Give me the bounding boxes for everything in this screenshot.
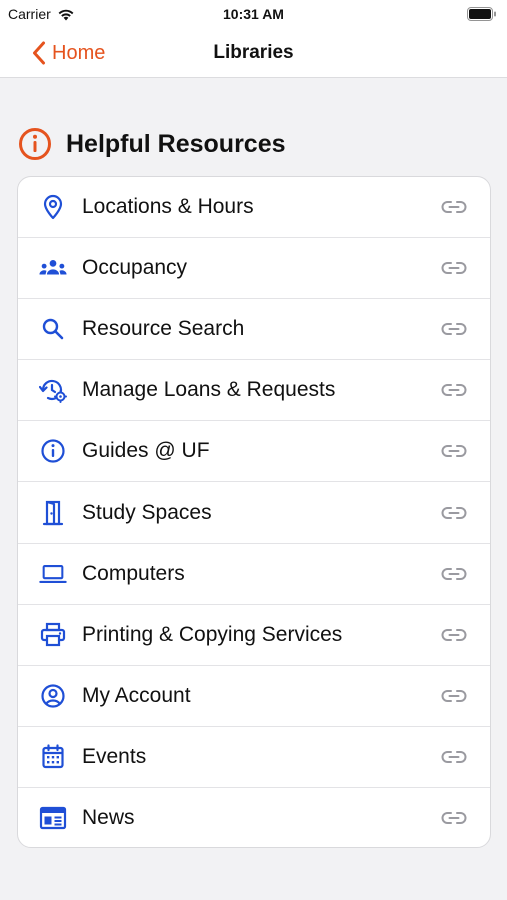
list-item-occupancy[interactable]: Occupancy bbox=[18, 238, 490, 300]
link-icon bbox=[440, 808, 468, 828]
page-title: Libraries bbox=[213, 42, 294, 63]
info-icon bbox=[39, 437, 67, 465]
list-item-news[interactable]: News bbox=[18, 788, 490, 847]
info-circle-icon bbox=[18, 127, 52, 161]
status-bar: Carrier 10:31 AM bbox=[0, 0, 507, 28]
link-icon bbox=[440, 197, 468, 217]
people-group-icon bbox=[39, 254, 67, 282]
resources-list: Locations & Hours Occupancy Resource Sea… bbox=[17, 176, 491, 848]
list-item-printing[interactable]: Printing & Copying Services bbox=[18, 605, 490, 666]
link-icon bbox=[440, 441, 468, 461]
search-icon bbox=[39, 315, 67, 343]
list-item-study-spaces[interactable]: Study Spaces bbox=[18, 482, 490, 544]
section-header: Helpful Resources bbox=[18, 126, 286, 162]
list-item-guides[interactable]: Guides @ UF bbox=[18, 421, 490, 483]
list-item-label: News bbox=[82, 806, 135, 830]
calendar-icon bbox=[39, 743, 67, 771]
list-item-label: My Account bbox=[82, 683, 191, 707]
printer-icon bbox=[39, 621, 67, 649]
link-icon bbox=[440, 319, 468, 339]
list-item-events[interactable]: Events bbox=[18, 727, 490, 788]
newspaper-icon bbox=[39, 804, 67, 832]
link-icon bbox=[440, 625, 468, 645]
navigation-bar: Home Libraries bbox=[0, 28, 507, 78]
list-item-label: Computers bbox=[82, 561, 185, 585]
list-item-label: Manage Loans & Requests bbox=[82, 378, 336, 402]
list-item-label: Resource Search bbox=[82, 317, 245, 341]
laptop-icon bbox=[39, 560, 67, 588]
location-pin-icon bbox=[39, 193, 67, 221]
list-item-computers[interactable]: Computers bbox=[18, 544, 490, 605]
link-icon bbox=[440, 747, 468, 767]
history-settings-icon bbox=[39, 376, 67, 404]
list-item-locations-hours[interactable]: Locations & Hours bbox=[18, 177, 490, 239]
list-item-label: Guides @ UF bbox=[82, 439, 210, 463]
list-item-label: Occupancy bbox=[82, 256, 188, 280]
list-item-manage-loans[interactable]: Manage Loans & Requests bbox=[18, 360, 490, 422]
list-item-label: Study Spaces bbox=[82, 500, 212, 524]
list-item-label: Printing & Copying Services bbox=[82, 622, 343, 646]
account-circle-icon bbox=[39, 682, 67, 710]
link-icon bbox=[440, 503, 468, 523]
status-time: 10:31 AM bbox=[223, 6, 284, 22]
section-title: Helpful Resources bbox=[66, 129, 286, 158]
list-item-my-account[interactable]: My Account bbox=[18, 666, 490, 727]
list-item-resource-search[interactable]: Resource Search bbox=[18, 299, 490, 361]
list-item-label: Events bbox=[82, 744, 147, 768]
link-icon bbox=[440, 258, 468, 278]
link-icon bbox=[440, 564, 468, 584]
list-item-label: Locations & Hours bbox=[82, 195, 254, 219]
door-icon bbox=[39, 499, 67, 527]
battery-icon bbox=[467, 7, 497, 21]
link-icon bbox=[440, 380, 468, 400]
link-icon bbox=[440, 686, 468, 706]
